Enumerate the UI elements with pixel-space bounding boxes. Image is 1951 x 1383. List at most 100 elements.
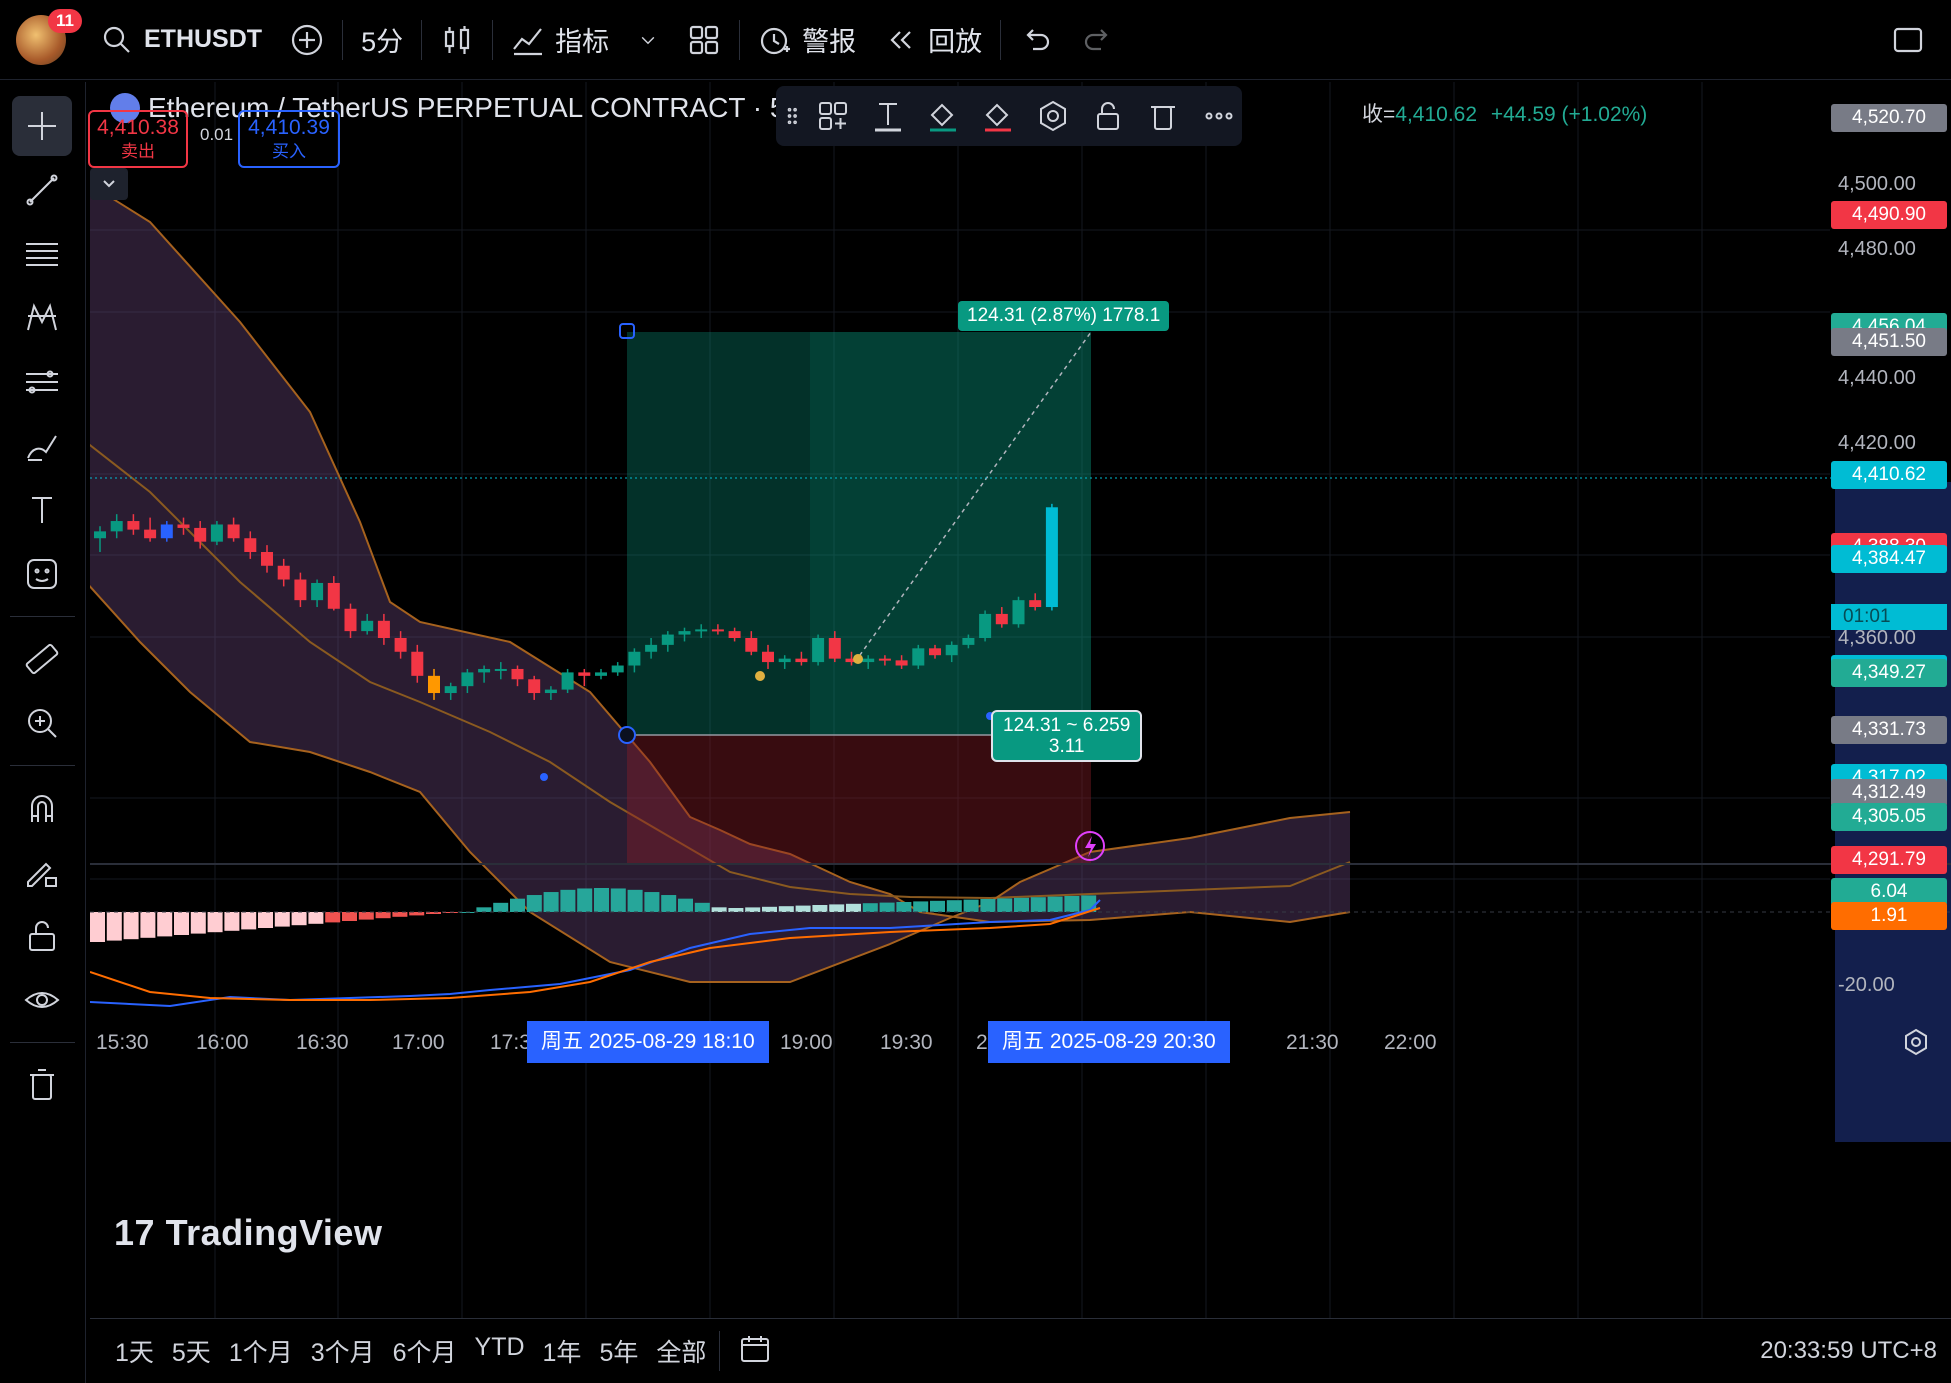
chart-canvas[interactable] [90, 82, 1951, 1318]
candle-body [895, 660, 908, 666]
settings-button[interactable] [1030, 92, 1077, 140]
delete-button[interactable] [1140, 92, 1187, 140]
emoji-tool[interactable] [12, 544, 72, 604]
more-dots-icon [1205, 112, 1233, 120]
range-button[interactable]: 3个月 [302, 1333, 384, 1369]
interval-button[interactable]: 5分 [347, 12, 417, 68]
remove-drawings-tool[interactable] [12, 1055, 72, 1115]
symbol-search-button[interactable]: ETHUSDT [86, 12, 276, 68]
bottom-bar: 1天 5天 1个月 3个月 6个月 YTD 1年 5年 全部 20:33:59 UTC+8 [90, 1318, 1951, 1383]
macd-bar [375, 912, 391, 919]
change-value: +44.59 (+1.02%) [1490, 103, 1648, 126]
time-tick: 21:30 [1286, 1031, 1339, 1054]
macd-bar [543, 892, 559, 912]
macd-bar [258, 912, 273, 928]
alarm-clock-icon [760, 27, 791, 54]
buy-button[interactable]: 4,410.39 买入 [238, 110, 340, 168]
range-button[interactable]: 全部 [647, 1333, 715, 1369]
candle-body [194, 527, 207, 542]
macd-bar [392, 912, 408, 917]
price-tick: 4,440.00 [1838, 367, 1916, 390]
alerts-button[interactable]: 警报 [744, 12, 870, 68]
undo-button[interactable] [1005, 12, 1067, 68]
loss-color-button[interactable] [975, 92, 1022, 140]
plus-circle-icon [291, 24, 323, 55]
text-button[interactable] [865, 92, 912, 140]
forecast-tool[interactable] [12, 352, 72, 412]
position-handle-entry[interactable] [618, 726, 636, 744]
undo-icon [1026, 28, 1050, 50]
range-button[interactable]: 5天 [163, 1333, 220, 1369]
separator [10, 1042, 75, 1043]
chart-type-button[interactable] [426, 12, 488, 68]
macd-bar [946, 900, 962, 912]
replay-button[interactable]: 回放 [870, 12, 996, 68]
price-tick: -20.00 [1838, 974, 1895, 996]
candle-body [394, 638, 407, 652]
candle-body [511, 668, 524, 680]
range-button[interactable]: 5年 [590, 1333, 647, 1369]
candle-body [210, 524, 223, 542]
sell-button[interactable]: 4,410.38 卖出 [88, 110, 188, 168]
candle-body [110, 521, 123, 532]
range-button[interactable]: 1天 [106, 1333, 163, 1369]
macd-bar [510, 898, 525, 912]
range-button[interactable]: YTD [466, 1333, 534, 1369]
symbol-legend[interactable]: Ethereum / TetherUS PERPETUAL CONTRACT ·… [110, 92, 829, 124]
macd-bar [90, 912, 105, 942]
ohlc-legend: 收=4,410.62 +44.59 (+1.02%) [1362, 98, 1647, 128]
replay-label: 回放 [928, 27, 983, 57]
brush-tool[interactable] [12, 416, 72, 476]
lock-drawings-tool[interactable] [12, 906, 72, 966]
lock-drawing-mode-tool[interactable] [12, 842, 72, 902]
text-tool[interactable] [12, 480, 72, 540]
time-axis[interactable]: 15:3016:0016:3017:0017:3019:0019:3020002… [90, 1019, 1951, 1069]
marker-dot [853, 654, 863, 664]
macd-bar [930, 900, 945, 912]
redo-button[interactable] [1067, 12, 1129, 68]
indicators-icon [513, 27, 543, 55]
lock-button[interactable] [1085, 92, 1132, 140]
price-label: 4,451.50 [1831, 328, 1947, 357]
range-button[interactable]: 1个月 [220, 1333, 302, 1369]
measure-tool[interactable] [12, 629, 72, 689]
collapse-legend-button[interactable] [90, 168, 128, 200]
macd-bar [594, 888, 609, 912]
layouts-button[interactable] [673, 12, 735, 68]
candle-body [878, 658, 891, 661]
candle-body [745, 638, 758, 652]
macd-bar [291, 912, 307, 926]
drag-handle[interactable] [784, 92, 801, 140]
rewind-icon [890, 30, 911, 49]
indicators-dropdown[interactable] [623, 12, 673, 68]
time-tick: 16:00 [196, 1031, 249, 1054]
indicators-button[interactable]: 指标 [497, 12, 623, 68]
go-to-date-button[interactable] [724, 1332, 786, 1371]
pattern-tool[interactable] [12, 288, 72, 348]
fill-color-button[interactable] [920, 92, 967, 140]
fib-tool[interactable] [12, 224, 72, 284]
candle-body [795, 658, 808, 663]
range-button[interactable]: 1年 [534, 1333, 591, 1369]
user-avatar[interactable]: 11 [16, 8, 82, 65]
timezone-settings-icon[interactable] [1901, 1027, 1931, 1057]
time-selection-start: 周五 2025-08-29 18:10 [527, 1021, 769, 1063]
compare-symbol-button[interactable] [276, 12, 338, 68]
range-button[interactable]: 6个月 [384, 1333, 466, 1369]
price-label: 4,410.62 [1831, 460, 1947, 489]
crosshair-tool[interactable] [12, 96, 72, 156]
macd-bar [140, 912, 156, 938]
trend-line-tool[interactable] [12, 160, 72, 220]
clock[interactable]: 20:33:59 UTC+8 [1760, 1337, 1937, 1365]
fullscreen-button[interactable] [1877, 12, 1939, 68]
magnet-tool[interactable] [12, 778, 72, 838]
hide-drawings-tool[interactable] [12, 970, 72, 1030]
candles-icon [444, 25, 470, 54]
chart-pane[interactable]: Ethereum / TetherUS PERPETUAL CONTRACT ·… [88, 82, 1951, 1383]
candle-body [979, 613, 992, 638]
trend-line-icon [26, 174, 58, 206]
ruler-icon [25, 643, 59, 675]
more-button[interactable] [1195, 92, 1242, 140]
template-button[interactable] [809, 92, 856, 140]
zoom-tool[interactable] [12, 693, 72, 753]
